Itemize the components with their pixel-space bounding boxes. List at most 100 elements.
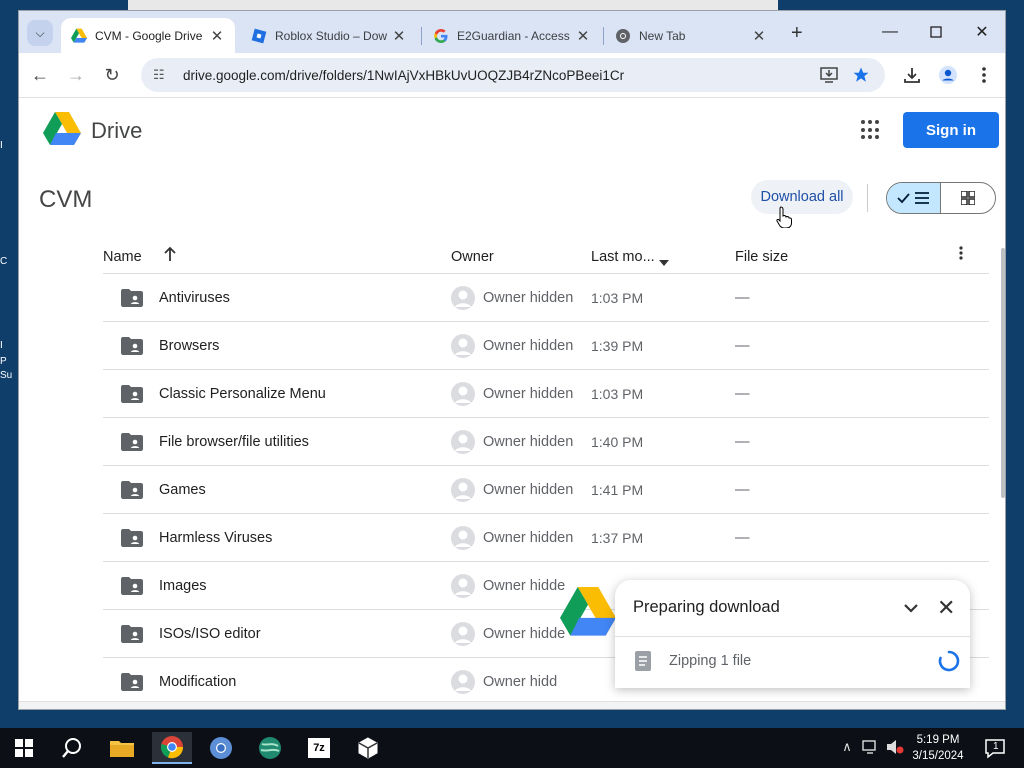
close-window-button[interactable]: ✕	[967, 19, 997, 45]
url-text[interactable]: drive.google.com/drive/folders/1NwIAjVxH…	[183, 68, 624, 83]
install-app-button[interactable]	[816, 62, 842, 88]
view-toggle	[886, 182, 996, 214]
arrow-left-icon: ←	[31, 64, 49, 85]
site-settings-icon[interactable]: ☷	[153, 67, 171, 83]
owner-name: Owner hidden	[483, 530, 574, 546]
last-modified: 1:03 PM	[591, 386, 644, 402]
table-row[interactable]: Antiviruses Owner hidden 1:03 PM —	[103, 274, 989, 322]
file-name: Classic Personalize Menu	[159, 386, 326, 402]
network-icon[interactable]	[862, 739, 880, 757]
downloads-button[interactable]	[899, 62, 925, 88]
grid-view-button[interactable]	[941, 183, 995, 213]
new-tab-button[interactable]: +	[791, 22, 803, 45]
drive-brand: Drive	[91, 118, 143, 143]
close-icon[interactable]: ✕	[575, 27, 591, 45]
file-explorer-button[interactable]	[102, 732, 142, 764]
tab-e2guardian[interactable]: E2Guardian - Access ✕	[423, 18, 601, 53]
owner-avatar	[451, 382, 475, 406]
collapse-button[interactable]	[899, 596, 923, 620]
file-size: —	[735, 338, 750, 354]
close-icon: ✕	[937, 595, 956, 620]
tab-cvm-google-drive[interactable]: CVM - Google Drive ✕	[61, 18, 235, 53]
table-row[interactable]: File browser/file utilities Owner hidden…	[103, 418, 989, 466]
file-name: Modification	[159, 674, 237, 690]
desktop-icon-label[interactable]: I	[0, 140, 18, 151]
file-name: File browser/file utilities	[159, 434, 309, 450]
browser-menu-button[interactable]	[971, 62, 997, 88]
search-button[interactable]	[52, 732, 92, 764]
owner-name: Owner hidde	[483, 578, 566, 594]
forward-button[interactable]: →	[63, 62, 89, 88]
sign-in-button[interactable]: Sign in	[903, 112, 999, 148]
tab-separator	[421, 27, 422, 45]
vertical-scrollbar[interactable]	[1001, 248, 1005, 498]
sevenzip-taskbar-button[interactable]: 7z	[299, 732, 339, 764]
file-size: —	[735, 482, 750, 498]
tab-title: Roblox Studio – Dow	[275, 28, 388, 43]
column-header-file-size[interactable]: File size	[735, 249, 788, 265]
owner-name: Owner hidden	[483, 290, 574, 306]
table-row[interactable]: Harmless Viruses Owner hidden 1:37 PM —	[103, 514, 989, 562]
table-row[interactable]: Browsers Owner hidden 1:39 PM —	[103, 322, 989, 370]
download-status: Zipping 1 file	[669, 653, 752, 669]
file-size: —	[735, 290, 750, 306]
close-icon[interactable]: ✕	[209, 27, 225, 45]
owner-avatar	[451, 670, 475, 694]
app-taskbar-button[interactable]	[250, 732, 290, 764]
shared-folder-icon	[121, 529, 143, 547]
column-header-owner[interactable]: Owner	[451, 249, 494, 265]
address-bar[interactable]: ☷ drive.google.com/drive/folders/1NwIAjV…	[141, 58, 885, 92]
tab-new-tab[interactable]: New Tab ✕	[605, 18, 777, 53]
more-options-button[interactable]	[959, 246, 963, 264]
sevenzip-icon: 7z	[308, 738, 330, 758]
tab-roblox-studio[interactable]: Roblox Studio – Dow ✕	[241, 18, 417, 53]
reload-button[interactable]: ↻	[99, 62, 125, 88]
table-row[interactable]: Classic Personalize Menu Owner hidden 1:…	[103, 370, 989, 418]
last-modified: 1:39 PM	[591, 338, 644, 354]
more-vertical-icon	[959, 246, 963, 260]
volume-muted-icon[interactable]	[886, 739, 904, 757]
desktop-icon-label[interactable]: Su	[0, 370, 18, 381]
bookmark-star-button[interactable]	[848, 62, 874, 88]
owner-avatar	[451, 286, 475, 310]
package-taskbar-button[interactable]	[348, 732, 388, 764]
shared-folder-icon	[121, 289, 143, 307]
horizontal-scrollbar[interactable]	[19, 701, 1005, 709]
chrome-icon	[161, 736, 184, 759]
install-icon	[820, 67, 838, 83]
file-size: —	[735, 530, 750, 546]
sort-ascending-button[interactable]	[163, 246, 177, 266]
close-panel-button[interactable]: ✕	[937, 595, 955, 621]
folder-icon	[110, 741, 134, 757]
sort-caret-down-icon[interactable]	[659, 254, 669, 270]
owner-name: Owner hidden	[483, 482, 574, 498]
shared-folder-icon	[121, 385, 143, 403]
desktop-icon-label[interactable]: C	[0, 256, 18, 267]
close-icon[interactable]: ✕	[751, 27, 767, 45]
list-view-button[interactable]	[887, 183, 942, 213]
chromium-taskbar-button[interactable]	[201, 732, 241, 764]
show-hidden-icons-button[interactable]: ∧	[838, 739, 856, 757]
close-icon[interactable]: ✕	[391, 27, 407, 45]
minimize-button[interactable]: —	[875, 19, 905, 45]
column-header-name[interactable]: Name	[103, 249, 142, 265]
download-all-button[interactable]: Download all	[751, 180, 853, 214]
desktop-icon-label[interactable]: I	[0, 340, 18, 351]
back-button[interactable]: ←	[27, 62, 53, 88]
column-header-last-modified[interactable]: Last mo...	[591, 249, 655, 265]
table-row[interactable]: Games Owner hidden 1:41 PM —	[103, 466, 989, 514]
tab-search-button[interactable]: ⌵	[27, 20, 53, 46]
desktop-icon-label[interactable]: P	[0, 356, 18, 367]
windows-logo-icon	[15, 739, 33, 757]
maximize-button[interactable]	[921, 19, 951, 45]
chrome-taskbar-button[interactable]	[152, 732, 192, 764]
arrow-up-icon	[164, 246, 176, 261]
start-button[interactable]	[4, 732, 44, 764]
notification-center-button[interactable]: 1	[984, 737, 1006, 759]
google-apps-icon[interactable]	[861, 120, 881, 140]
file-size: —	[735, 386, 750, 402]
taskbar-clock[interactable]: 5:19 PM 3/15/2024	[906, 732, 970, 764]
owner-avatar	[451, 526, 475, 550]
check-list-icon	[896, 192, 929, 204]
profile-button[interactable]	[935, 62, 961, 88]
